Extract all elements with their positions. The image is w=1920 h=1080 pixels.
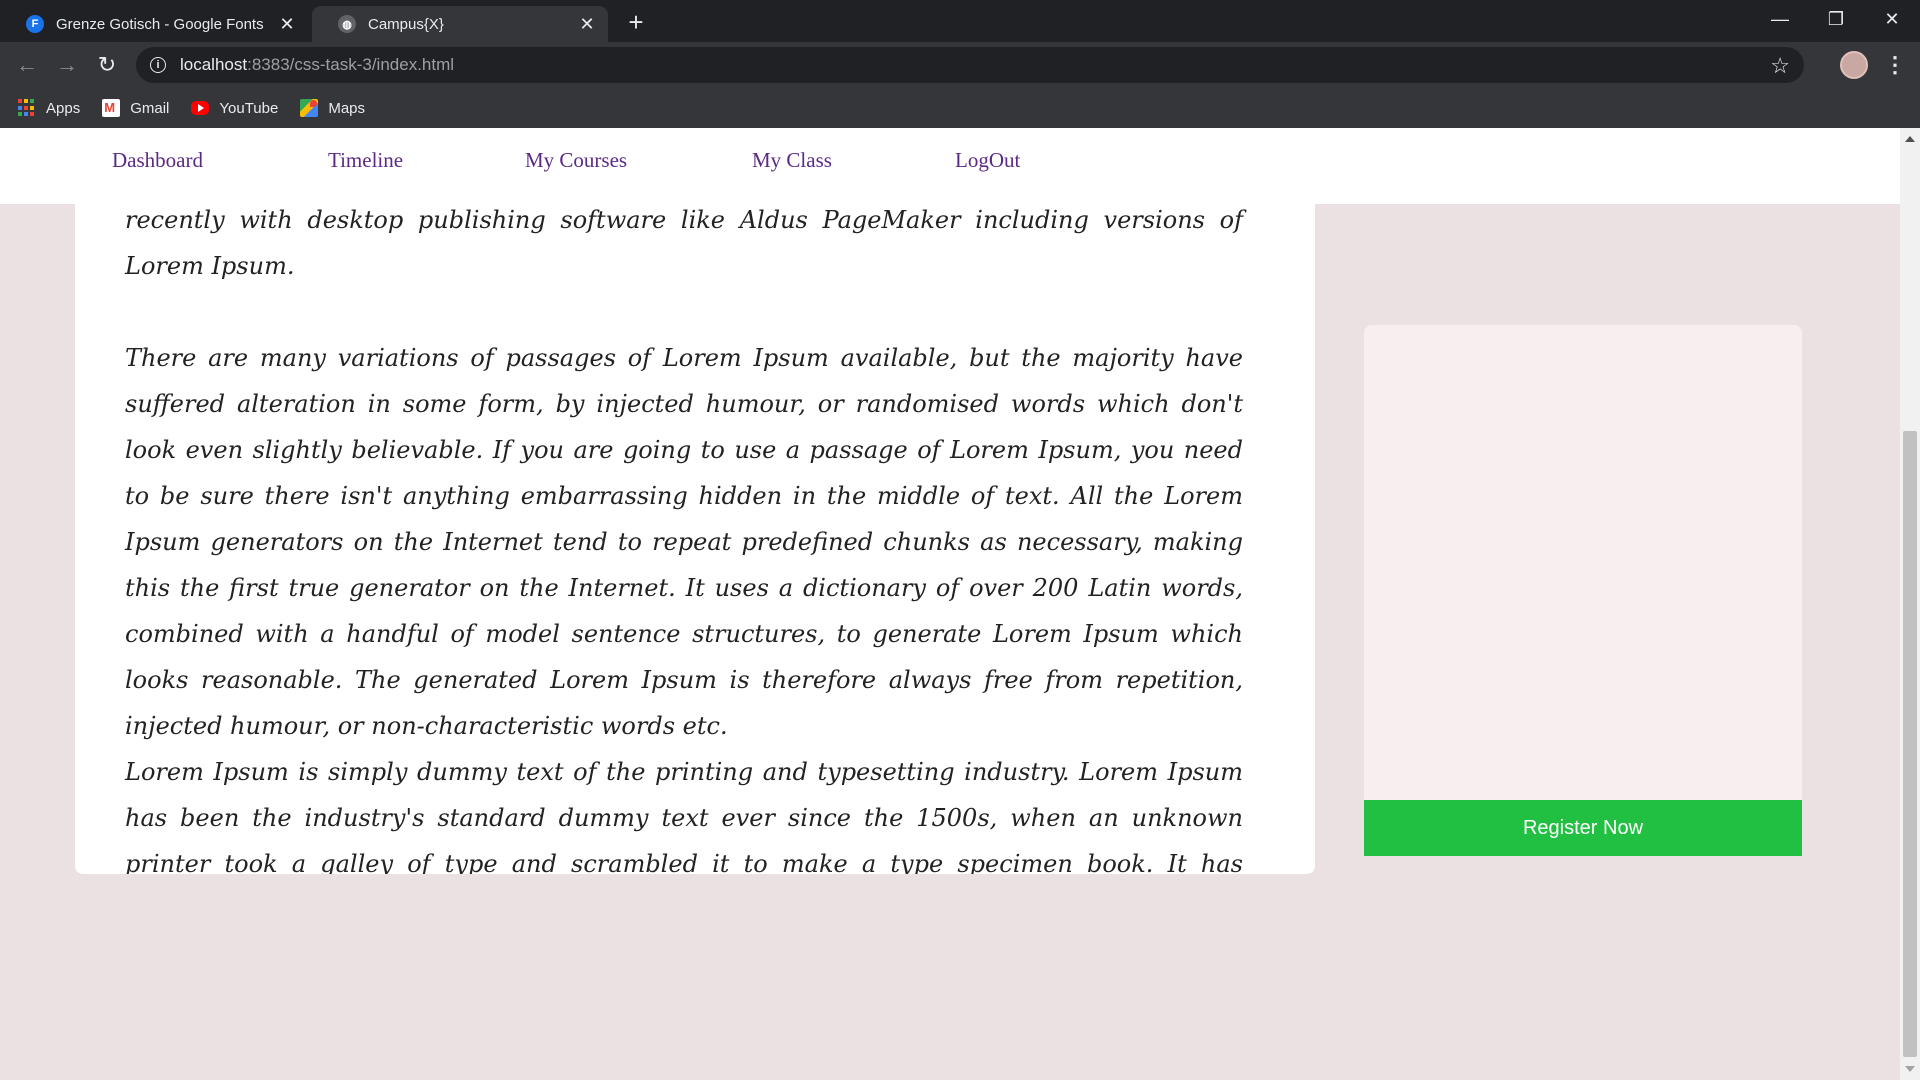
nav-logout[interactable]: LogOut (955, 148, 1020, 173)
bookmark-label: Maps (328, 99, 366, 117)
browser-tab-campusx[interactable]: ◍ Campus{X} ✕ (312, 6, 608, 42)
bookmark-apps[interactable]: Apps (18, 99, 80, 117)
close-tab-icon[interactable]: ✕ (578, 14, 596, 34)
tab-title: Campus{X} (368, 15, 444, 33)
maps-icon (300, 99, 319, 117)
browser-tab-google-fonts[interactable]: F Grenze Gotisch - Google Fonts ✕ (0, 6, 308, 42)
nav-timeline[interactable]: Timeline (328, 148, 403, 173)
paragraph: There are many variations of passages of… (125, 344, 1243, 740)
page-viewport: into electronic typesetting, remaining e… (0, 128, 1920, 1080)
page-scrollbar[interactable] (1900, 128, 1920, 1080)
tab-title: Grenze Gotisch - Google Fonts (56, 15, 264, 33)
bookmark-maps[interactable]: Maps (300, 99, 365, 117)
nav-my-class[interactable]: My Class (752, 148, 832, 173)
scrollbar-thumb[interactable] (1903, 431, 1917, 1057)
gmail-icon (102, 99, 121, 117)
url-path: :8383/css-task-3/index.html (247, 55, 455, 74)
reload-icon[interactable]: ↻ (92, 50, 122, 80)
top-navbar: Dashboard Timeline My Courses My Class L… (0, 128, 1900, 204)
scroll-down-arrow-icon[interactable] (1905, 1066, 1915, 1072)
minimize-window-icon[interactable]: — (1752, 0, 1808, 38)
bookmark-label: YouTube (219, 99, 279, 117)
globe-icon: ◍ (338, 15, 356, 33)
url-host: localhost (180, 55, 248, 74)
bookmarks-bar: Apps Gmail YouTube Maps (0, 88, 1920, 128)
apps-grid-icon (18, 99, 36, 117)
google-fonts-favicon-icon: F (26, 15, 44, 33)
nav-my-courses[interactable]: My Courses (525, 148, 627, 173)
nav-dashboard[interactable]: Dashboard (112, 148, 203, 173)
youtube-icon (191, 101, 210, 115)
content-card: into electronic typesetting, remaining e… (75, 128, 1315, 874)
bookmark-youtube[interactable]: YouTube (191, 100, 278, 117)
site-info-icon[interactable]: i (150, 57, 166, 73)
browser-toolbar: ← → ↻ i localhost:8383/css-task-3/index.… (0, 42, 1920, 88)
close-tab-icon[interactable]: ✕ (278, 14, 296, 34)
bookmark-star-icon[interactable]: ☆ (1770, 53, 1790, 79)
new-tab-button[interactable]: + (622, 7, 650, 37)
close-window-icon[interactable]: ✕ (1864, 0, 1920, 38)
browser-menu-icon[interactable]: ⋮ (1882, 50, 1908, 80)
scroll-up-arrow-icon[interactable] (1905, 136, 1915, 142)
bookmark-label: Gmail (130, 99, 170, 117)
bookmark-gmail[interactable]: Gmail (102, 99, 169, 117)
forward-arrow-icon[interactable]: → (52, 50, 82, 80)
address-bar[interactable]: i localhost:8383/css-task-3/index.html ☆ (136, 47, 1804, 83)
restore-window-icon[interactable]: ❐ (1808, 0, 1864, 38)
back-arrow-icon[interactable]: ← (12, 50, 42, 80)
paragraph: Lorem Ipsum is simply dummy text of the … (125, 758, 1243, 874)
profile-avatar[interactable] (1840, 51, 1868, 79)
register-now-button[interactable]: Register Now (1364, 800, 1802, 856)
browser-tab-strip: F Grenze Gotisch - Google Fonts ✕ ◍ Camp… (0, 0, 1920, 42)
article-text: into electronic typesetting, remaining e… (125, 128, 1243, 874)
sidebar-card (1364, 325, 1802, 855)
bookmark-label: Apps (46, 99, 81, 117)
